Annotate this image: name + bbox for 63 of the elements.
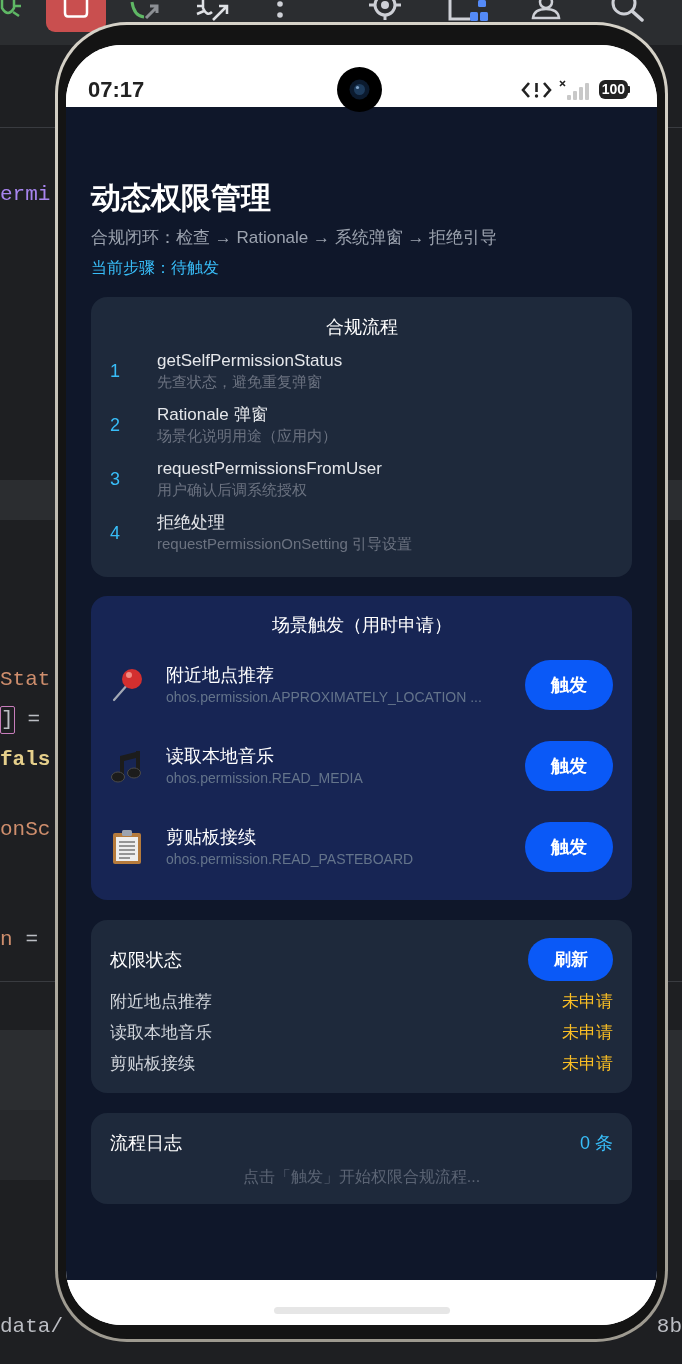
permission-name: ohos.permission.READ_PASTEBOARD	[166, 850, 415, 869]
refresh-button[interactable]: 刷新	[528, 938, 613, 981]
stop-button[interactable]	[46, 0, 106, 32]
scene-name: 剪贴板接续	[166, 826, 257, 849]
permission-status: 未申请	[562, 991, 613, 1013]
permission-label: 剪贴板接续	[110, 1053, 195, 1075]
more-icon[interactable]	[275, 0, 285, 20]
page-subtitle: 合规闭环：检查 → Rationale → 系统弹窗 → 拒绝引导	[91, 227, 499, 249]
log-count: 0 条	[580, 1132, 613, 1155]
permission-label: 读取本地音乐	[110, 1022, 212, 1044]
trigger-button[interactable]: 触发	[525, 822, 613, 872]
step-number: 4	[110, 522, 121, 545]
step-number: 3	[110, 468, 121, 491]
person-icon[interactable]	[530, 0, 562, 20]
trigger-button[interactable]: 触发	[525, 660, 613, 710]
code-text: onSc	[0, 817, 51, 844]
step-number: 2	[110, 414, 121, 437]
path-text: 8b	[656, 1316, 682, 1338]
permission-name: ohos.permission.READ_MEDIA	[166, 769, 364, 788]
path-text: data/	[0, 1316, 63, 1338]
card-title: 流程日志	[110, 1132, 182, 1155]
code-text: n	[0, 927, 13, 954]
rerun-arrow-icon[interactable]	[130, 0, 160, 22]
card-title: 场景触发（用时申请）	[271, 614, 452, 637]
code-text: ]	[0, 706, 15, 734]
code-text: =	[25, 927, 39, 954]
code-text: Stat	[0, 667, 51, 694]
step-title: Rationale 弹窗	[157, 404, 269, 426]
step-number: 1	[110, 360, 121, 383]
status-time: 07:17	[88, 76, 145, 103]
step-description: 用户确认后调系统授权	[157, 480, 308, 500]
step-description: requestPermissionOnSetting 引导设置	[157, 534, 413, 554]
clipboard-icon	[112, 829, 142, 865]
current-step-text: 当前步骤：待触发	[91, 258, 220, 278]
card-title: 合规流程	[325, 316, 398, 339]
step-title: requestPermissionsFromUser	[157, 458, 382, 480]
gear-icon[interactable]	[368, 0, 402, 20]
layout-icon[interactable]	[448, 0, 490, 22]
permission-status: 未申请	[562, 1053, 613, 1075]
permission-status: 未申请	[562, 1022, 613, 1044]
step-title: getSelfPermissionStatus	[157, 350, 343, 372]
permission-label: 附近地点推荐	[110, 991, 212, 1013]
permission-name: ohos.permission.APPROXIMATELY_LOCATION ...	[166, 688, 483, 707]
code-warning-icon	[520, 80, 552, 99]
code-text: =	[27, 707, 41, 734]
battery-indicator: 100	[598, 80, 630, 99]
signal-icon	[558, 79, 592, 100]
log-empty-message: 点击「触发」开始权限合规流程...	[242, 1167, 481, 1187]
code-text: ermi	[0, 182, 51, 209]
bug-icon[interactable]	[0, 0, 22, 20]
code-text: fals	[0, 747, 51, 774]
scene-name: 读取本地音乐	[166, 745, 275, 768]
step-description: 场景化说明用途（应用内）	[157, 426, 337, 446]
step-description: 先查状态，避免重复弹窗	[157, 372, 323, 392]
pushpin-icon	[111, 668, 143, 702]
scene-name: 附近地点推荐	[166, 664, 275, 687]
card-title: 权限状态	[110, 948, 182, 972]
stop-icon	[63, 0, 89, 18]
bug-arrow-icon[interactable]	[195, 0, 230, 22]
page-title: 动态权限管理	[91, 180, 272, 216]
music-note-icon	[111, 749, 143, 783]
trigger-button[interactable]: 触发	[525, 741, 613, 791]
step-title: 拒绝处理	[157, 512, 226, 534]
